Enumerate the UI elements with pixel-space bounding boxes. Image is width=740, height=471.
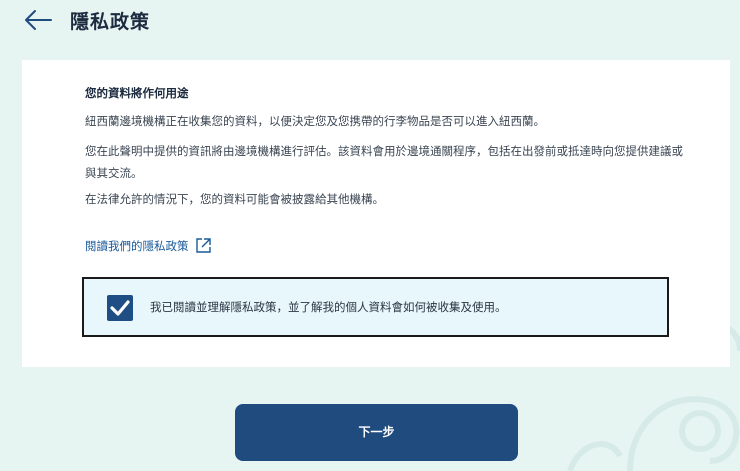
paragraph-assessment: 您在此聲明中提供的資訊將由邊境機構進行評估。該資料會用於邊境通關程序，包括在出發…	[85, 144, 683, 180]
arrow-left-icon	[25, 10, 52, 30]
consent-checkbox-row[interactable]: 我已閱讀並理解隱私政策，並了解我的個人資料會如何被收集及使用。	[82, 277, 669, 337]
consent-checkbox[interactable]	[107, 295, 133, 321]
page-title: 隱私政策	[70, 11, 151, 33]
page-header: 隱私政策	[0, 0, 740, 40]
privacy-policy-link-label: 閱讀我們的隱私政策	[85, 238, 189, 253]
paragraph-disclosure: 在法律允許的情況下，您的資料可能會被披露給其他機構。	[85, 192, 384, 206]
next-step-button[interactable]: 下一步	[235, 404, 518, 461]
back-button[interactable]	[22, 6, 54, 34]
paragraph-purpose: 紐西蘭邊境機構正在收集您的資料，以便決定您及您携帶的行李物品是否可以進入紐西蘭。	[85, 114, 545, 128]
section-heading: 您的資料將作何用途	[85, 86, 189, 100]
consent-label: 我已閱讀並理解隱私政策，並了解我的個人資料會如何被收集及使用。	[150, 300, 507, 314]
privacy-card: 您的資料將作何用途 紐西蘭邊境機構正在收集您的資料，以便決定您及您携帶的行李物品…	[22, 60, 730, 367]
external-link-icon	[195, 238, 211, 253]
checkmark-icon	[110, 300, 130, 316]
privacy-policy-link[interactable]: 閱讀我們的隱私政策	[85, 237, 212, 254]
